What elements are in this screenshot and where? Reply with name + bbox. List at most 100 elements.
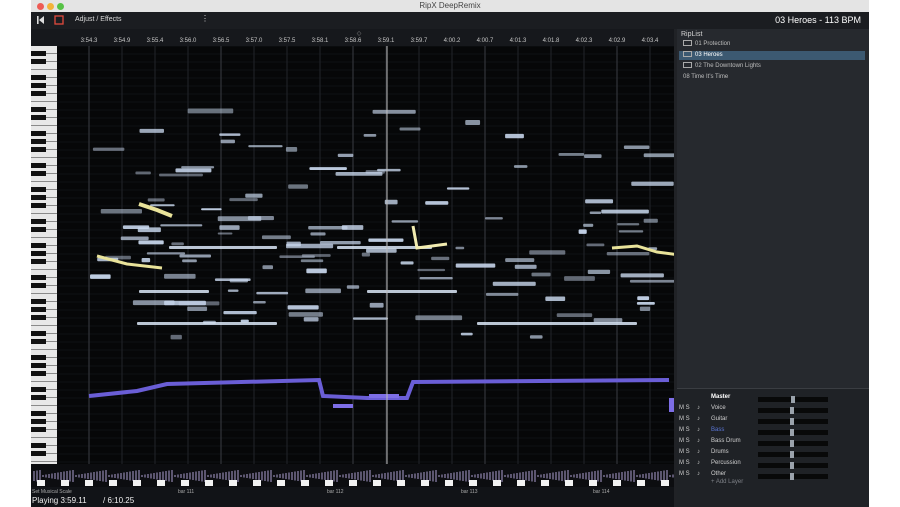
note-blob[interactable]	[310, 232, 326, 236]
layer-note-icon[interactable]: ♪	[697, 416, 700, 422]
riplist-item[interactable]: 03 Heroes	[679, 51, 865, 60]
note-blob[interactable]	[120, 236, 149, 241]
note-blob[interactable]	[643, 153, 674, 158]
note-blob[interactable]	[187, 306, 208, 312]
note-blob[interactable]	[337, 153, 354, 158]
note-blob[interactable]	[285, 147, 298, 152]
note-blob[interactable]	[92, 147, 125, 151]
playhead-marker-icon[interactable]: ◇	[357, 30, 362, 37]
fader-knob[interactable]	[790, 418, 794, 425]
layer-label[interactable]: Drums	[711, 449, 729, 455]
note-blob[interactable]	[138, 240, 164, 245]
note-blob[interactable]	[545, 296, 566, 301]
note-blob[interactable]	[253, 300, 266, 304]
note-blob[interactable]	[137, 322, 277, 325]
piano-key-black[interactable]	[31, 443, 46, 448]
note-blob[interactable]	[631, 181, 674, 186]
note-blob[interactable]	[346, 285, 360, 289]
layer-label[interactable]: Percussion	[711, 460, 741, 466]
piano-key-black[interactable]	[31, 139, 46, 144]
note-blob[interactable]	[335, 172, 383, 176]
layer-label[interactable]: Guitar	[711, 416, 727, 422]
note-blob[interactable]	[219, 225, 240, 230]
piano-key-black[interactable]	[31, 299, 46, 304]
layer-note-icon[interactable]: ♪	[697, 460, 700, 466]
note-blob[interactable]	[455, 246, 465, 250]
note-blob[interactable]	[229, 198, 258, 202]
piano-key-black[interactable]	[31, 171, 46, 176]
layer-label[interactable]: Other	[711, 471, 726, 477]
layer-note-icon[interactable]: ♪	[697, 405, 700, 411]
riplist-item[interactable]: 02 The Downtown Lights	[679, 62, 865, 71]
piano-key-black[interactable]	[31, 115, 46, 120]
note-blob[interactable]	[618, 230, 644, 233]
note-blob[interactable]	[505, 258, 535, 263]
layer-label[interactable]: Bass Drum	[711, 438, 741, 444]
note-blob[interactable]	[643, 218, 658, 223]
mute-solo-buttons[interactable]: M S	[679, 438, 690, 444]
note-blob[interactable]	[363, 134, 377, 137]
note-blob[interactable]	[415, 315, 463, 321]
note-blob[interactable]	[637, 296, 650, 301]
note-blob[interactable]	[425, 201, 449, 205]
piano-key-black[interactable]	[31, 51, 46, 56]
note-blob[interactable]	[306, 268, 327, 274]
fader-knob[interactable]	[790, 440, 794, 447]
note-blob[interactable]	[514, 264, 537, 269]
piano-key-black[interactable]	[31, 363, 46, 368]
waveform-strip[interactable]	[31, 464, 674, 487]
note-blob[interactable]	[137, 227, 161, 233]
note-blob[interactable]	[159, 173, 203, 177]
piano-key-black[interactable]	[31, 147, 46, 152]
piano-key-black[interactable]	[31, 371, 46, 376]
note-blob[interactable]	[286, 243, 334, 249]
note-blob[interactable]	[586, 243, 605, 247]
skip-start-icon[interactable]	[36, 15, 45, 25]
piano-key-black[interactable]	[31, 315, 46, 320]
note-blob[interactable]	[620, 273, 664, 278]
note-blob[interactable]	[366, 248, 397, 253]
note-blob[interactable]	[485, 217, 503, 220]
note-blob[interactable]	[368, 238, 404, 242]
note-blob[interactable]	[372, 109, 416, 114]
piano-key-black[interactable]	[31, 203, 46, 208]
add-layer-button[interactable]: + Add Layer	[711, 479, 743, 485]
note-blob[interactable]	[529, 250, 566, 255]
note-blob[interactable]	[201, 208, 222, 211]
layer-fader[interactable]	[758, 418, 828, 425]
note-blob[interactable]	[391, 220, 419, 223]
note-blob[interactable]	[585, 199, 614, 204]
note-blob[interactable]	[220, 139, 235, 144]
fader-knob[interactable]	[790, 451, 794, 458]
note-blob[interactable]	[417, 268, 446, 272]
note-blob[interactable]	[219, 133, 241, 136]
note-blob[interactable]	[160, 224, 203, 227]
note-blob[interactable]	[584, 154, 602, 159]
note-blob[interactable]	[431, 256, 450, 261]
note-blob[interactable]	[367, 290, 457, 293]
fader-knob[interactable]	[790, 462, 794, 469]
note-blob[interactable]	[623, 145, 650, 149]
note-blob[interactable]	[400, 261, 414, 265]
note-blob[interactable]	[139, 128, 164, 133]
note-blob[interactable]	[217, 232, 233, 235]
note-blob[interactable]	[147, 198, 165, 202]
note-blob[interactable]	[248, 145, 283, 148]
piano-key-black[interactable]	[31, 259, 46, 264]
note-blob[interactable]	[589, 211, 602, 214]
piano-roll[interactable]	[57, 46, 674, 464]
note-blob[interactable]	[369, 302, 384, 308]
note-blob[interactable]	[455, 263, 496, 268]
note-blob[interactable]	[361, 252, 370, 257]
note-blob[interactable]	[303, 317, 319, 322]
layer-note-icon[interactable]: ♪	[697, 438, 700, 444]
note-blob[interactable]	[636, 302, 655, 305]
piano-key-black[interactable]	[31, 163, 46, 168]
note-blob[interactable]	[223, 311, 257, 315]
fader-knob[interactable]	[791, 396, 795, 403]
mute-solo-buttons[interactable]: M S	[679, 471, 690, 477]
note-blob[interactable]	[287, 305, 319, 310]
note-blob[interactable]	[531, 272, 551, 277]
note-blob[interactable]	[245, 193, 263, 198]
piano-key-black[interactable]	[31, 91, 46, 96]
